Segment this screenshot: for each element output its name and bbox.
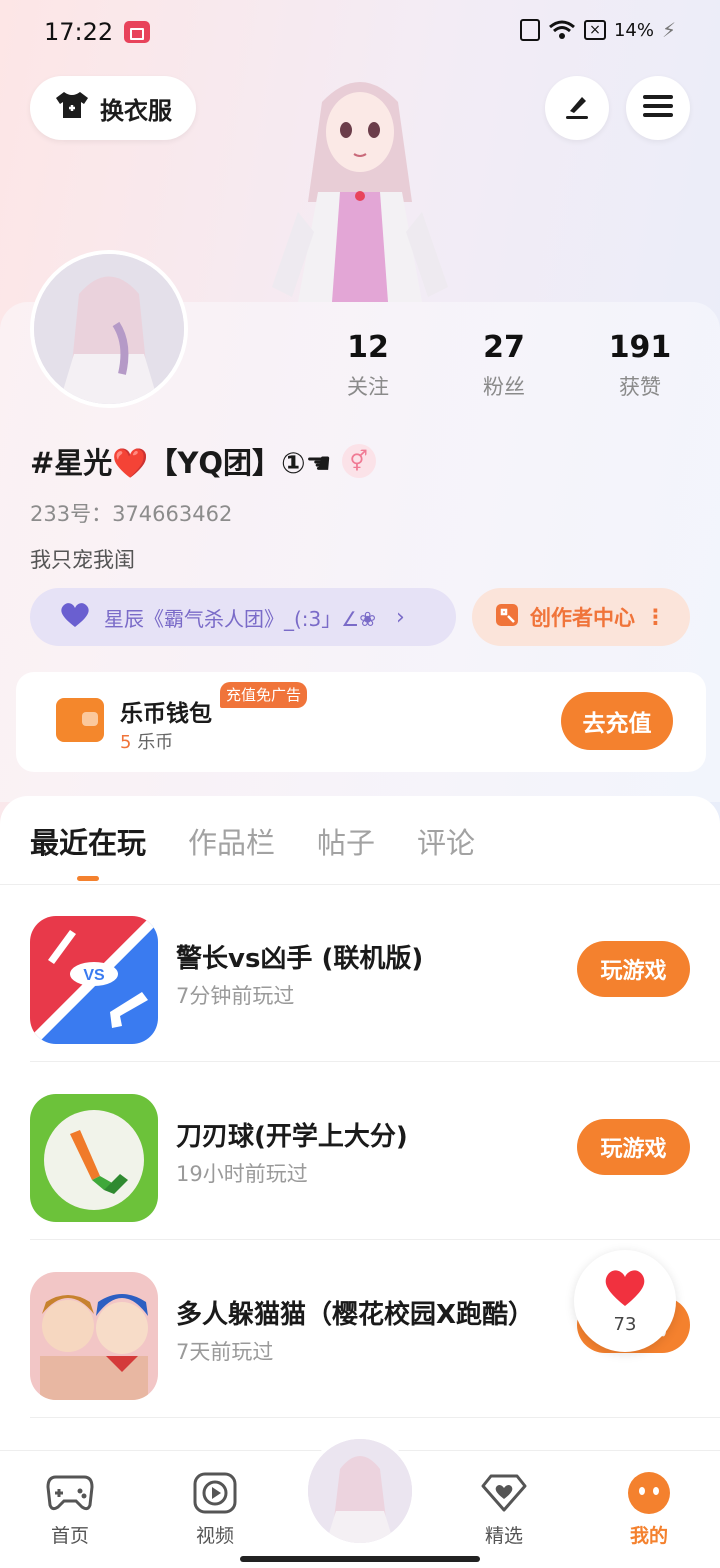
tab-comments[interactable]: 评论 bbox=[417, 820, 475, 862]
status-time: 17:22 bbox=[44, 18, 114, 46]
wallet-balance: 5 乐币 bbox=[120, 728, 173, 754]
username: #星光❤️【YQ团】①☚ ⚥ bbox=[30, 440, 376, 482]
profile-tabs: 最近在玩 作品栏 帖子 评论 bbox=[30, 820, 475, 881]
tab-works[interactable]: 作品栏 bbox=[188, 820, 275, 862]
change-outfit-label: 换衣服 bbox=[100, 96, 172, 125]
game-last-played: 7天前玩过 bbox=[176, 1340, 274, 1364]
tshirt-icon bbox=[54, 90, 90, 126]
nav-item-home[interactable]: 首页 bbox=[20, 1471, 120, 1548]
gender-icon: ⚥ bbox=[341, 444, 376, 478]
game-last-played: 19小时前玩过 bbox=[176, 1162, 308, 1186]
username-text: #星光❤️【YQ团】①☚ bbox=[30, 446, 332, 480]
heart-diamond-icon bbox=[480, 1471, 528, 1515]
svg-text:VS: VS bbox=[83, 967, 105, 984]
avatar-character[interactable] bbox=[262, 62, 458, 302]
pen-icon bbox=[562, 91, 592, 125]
stat-followers[interactable]: 27 粉丝 bbox=[436, 330, 572, 401]
following-count: 12 bbox=[347, 330, 389, 365]
like-count: 73 bbox=[613, 1313, 637, 1335]
bottom-nav: 首页 视频 精选 我的 bbox=[0, 1435, 720, 1568]
nav-label-me: 我的 bbox=[629, 1525, 668, 1547]
hamburger-icon bbox=[642, 92, 674, 124]
wallet-title: 乐币钱包 bbox=[120, 701, 212, 727]
game-row[interactable]: VS 警长vs凶手 (联机版) 7分钟前玩过 玩游戏 bbox=[0, 884, 720, 1062]
nav-label-featured: 精选 bbox=[484, 1525, 523, 1547]
blade-ball-icon[interactable] bbox=[30, 1094, 158, 1222]
change-outfit-button[interactable]: 换衣服 bbox=[30, 76, 196, 140]
wallet-card[interactable]: 乐币钱包 充值免广告 5 乐币 去充值 bbox=[16, 672, 706, 772]
likes-label: 获赞 bbox=[619, 375, 661, 399]
nav-center-avatar[interactable] bbox=[304, 1435, 416, 1547]
status-icons: × 14% ⚡ bbox=[519, 18, 676, 42]
heart-icon bbox=[602, 1268, 648, 1312]
battery-text: 14% bbox=[613, 19, 654, 41]
battery-saver-icon: × bbox=[583, 20, 606, 40]
followers-count: 27 bbox=[483, 330, 525, 365]
play-game-button[interactable]: 玩游戏 bbox=[577, 941, 690, 997]
nav-item-video[interactable]: 视频 bbox=[165, 1471, 265, 1548]
game-row[interactable]: 刀刃球(开学上大分) 19小时前玩过 玩游戏 bbox=[0, 1062, 720, 1240]
face-icon bbox=[625, 1471, 673, 1515]
likes-count: 191 bbox=[608, 330, 672, 365]
stat-following[interactable]: 12 关注 bbox=[300, 330, 436, 401]
team-chip-label: 星辰《霸气杀人团》_(:3」∠❀ bbox=[104, 606, 376, 631]
heart-icon bbox=[58, 601, 92, 634]
hide-and-seek-icon[interactable] bbox=[30, 1272, 158, 1400]
wifi-icon bbox=[548, 19, 576, 41]
wallet-balance-value: 5 bbox=[120, 732, 132, 753]
wallet-icon bbox=[56, 698, 104, 742]
stat-likes[interactable]: 191 获赞 bbox=[572, 330, 708, 401]
game-title: 多人躲猫猫（樱花校园X跑酷） bbox=[176, 1300, 535, 1330]
creator-icon bbox=[494, 602, 520, 633]
game-title: 警长vs凶手 (联机版) bbox=[176, 944, 424, 974]
wallet-balance-unit: 乐币 bbox=[137, 732, 174, 753]
game-last-played: 7分钟前玩过 bbox=[176, 984, 295, 1008]
recharge-button[interactable]: 去充值 bbox=[561, 692, 673, 750]
nav-item-featured[interactable]: 精选 bbox=[454, 1471, 554, 1548]
play-icon bbox=[191, 1471, 239, 1515]
nav-label-video: 视频 bbox=[195, 1525, 234, 1547]
menu-button[interactable] bbox=[626, 76, 690, 140]
user-bio: 我只宠我闺 bbox=[30, 548, 135, 572]
chevron-right-icon: › bbox=[395, 604, 405, 630]
floating-like-button[interactable]: 73 bbox=[574, 1250, 676, 1352]
row-divider bbox=[30, 1417, 720, 1418]
more-icon: ⋮ bbox=[645, 605, 666, 629]
nav-item-me[interactable]: 我的 bbox=[599, 1471, 699, 1548]
followers-label: 粉丝 bbox=[483, 375, 525, 399]
status-bar: 17:22 × 14% ⚡ bbox=[0, 0, 720, 64]
user-id[interactable]: 233号：374663462 bbox=[30, 498, 232, 528]
gamepad-icon bbox=[46, 1471, 94, 1515]
charging-icon: ⚡ bbox=[661, 18, 676, 42]
avatar[interactable] bbox=[30, 250, 188, 408]
team-chip[interactable]: 星辰《霸气杀人团》_(:3」∠❀ › bbox=[30, 588, 456, 646]
tab-recently-played[interactable]: 最近在玩 bbox=[30, 820, 146, 881]
sheriff-vs-killer-icon[interactable]: VS bbox=[30, 916, 158, 1044]
home-indicator[interactable] bbox=[240, 1556, 480, 1562]
nav-label-home: 首页 bbox=[50, 1525, 89, 1547]
screen-record-icon bbox=[124, 21, 150, 43]
play-game-button[interactable]: 玩游戏 bbox=[577, 1119, 690, 1175]
tab-posts[interactable]: 帖子 bbox=[317, 820, 375, 862]
creator-center-label: 创作者中心 bbox=[530, 606, 635, 630]
wallet-promo-badge: 充值免广告 bbox=[220, 682, 308, 708]
following-label: 关注 bbox=[347, 375, 389, 399]
game-title: 刀刃球(开学上大分) bbox=[176, 1122, 408, 1152]
creator-center-button[interactable]: 创作者中心 ⋮ bbox=[472, 588, 690, 646]
vibrate-icon bbox=[519, 19, 540, 41]
edit-profile-button[interactable] bbox=[545, 76, 609, 140]
profile-stats: 12 关注 27 粉丝 191 获赞 bbox=[300, 330, 720, 401]
